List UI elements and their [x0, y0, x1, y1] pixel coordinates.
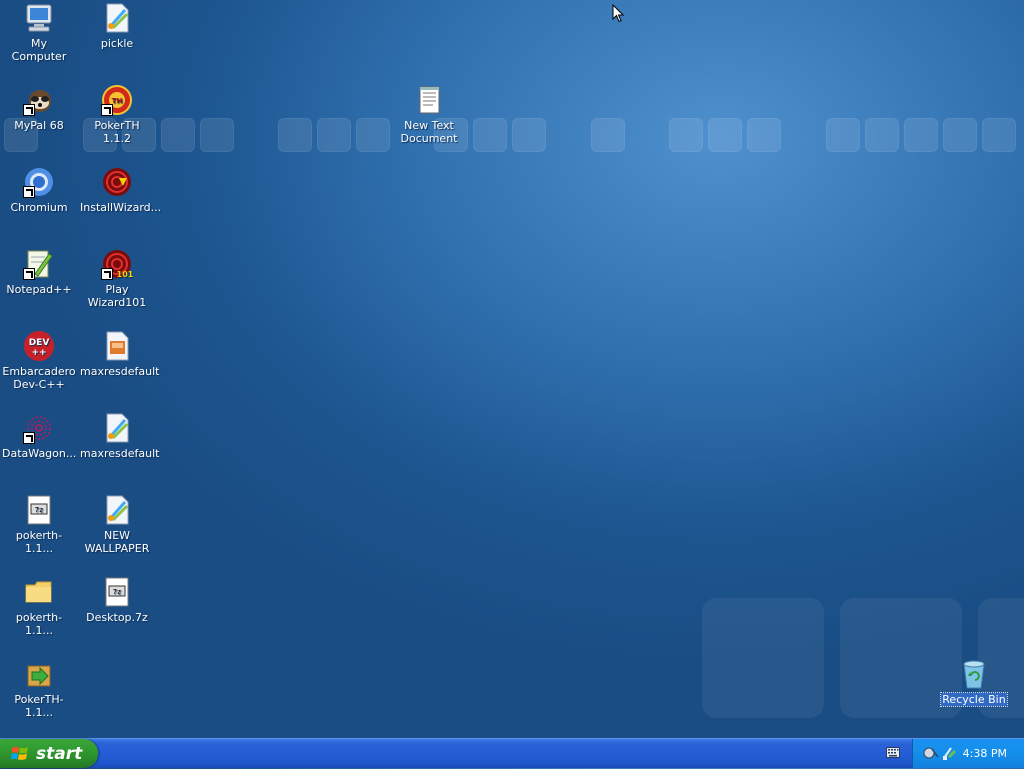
shortcut-arrow-icon	[101, 104, 113, 116]
desktop-icon-datawagon[interactable]: DataWagon...	[1, 412, 77, 460]
desktop-icon-label: PokerTH 1.1.2	[94, 119, 140, 145]
svg-text:7z: 7z	[113, 588, 121, 596]
folder-icon	[23, 576, 55, 608]
desktop-icon-label: pickle	[100, 37, 134, 50]
desktop-icon-my-computer[interactable]: My Computer	[1, 2, 77, 63]
desktop-icon-label: Embarcadero Dev-C++	[2, 365, 76, 391]
datawagon-icon	[23, 412, 55, 444]
keyboard-icon[interactable]	[886, 747, 900, 758]
desktop-icon-wizard101[interactable]: 101 Play Wizard101	[79, 248, 155, 309]
desktop-icon-label: maxresdefault	[80, 365, 160, 378]
notepadpp-icon	[23, 248, 55, 280]
safely-remove-hardware-icon[interactable]	[941, 745, 957, 761]
svg-text:TH: TH	[112, 97, 123, 105]
desktop-icon-maxresdefault-1[interactable]: maxresdefault	[79, 330, 159, 378]
desktop-icon-mypal[interactable]: MyPal 68	[1, 84, 77, 132]
desktop-icon-label: Notepad++	[6, 283, 72, 296]
devcpp-icon: DEV ++	[23, 330, 55, 362]
desktop-icon-chromium[interactable]: Chromium	[1, 166, 77, 214]
start-button[interactable]: start	[0, 739, 98, 768]
desktop-icon-maxresdefault-2[interactable]: maxresdefault	[79, 412, 159, 460]
desktop-icon-pokerth[interactable]: TH PokerTH 1.1.2	[79, 84, 155, 145]
desktop-icon-notepadpp[interactable]: Notepad++	[1, 248, 77, 296]
desktop-icon-label: PokerTH-1.1...	[14, 693, 64, 719]
network-icon[interactable]	[923, 745, 939, 761]
desktop-icon-installwizard[interactable]: InstallWizard...	[79, 166, 161, 214]
chromium-icon	[23, 166, 55, 198]
desktop-icon-label: Desktop.7z	[86, 611, 148, 624]
text-document-icon	[413, 84, 445, 116]
mypal-icon	[23, 84, 55, 116]
desktop-icon-new-wallpaper[interactable]: NEW WALLPAPER	[79, 494, 155, 555]
archive-file-icon: 7z	[101, 576, 133, 608]
desktop-icon-label: MyPal 68	[14, 119, 64, 132]
taskbar-clock[interactable]: 4:38 PM	[963, 747, 1007, 760]
desktop-icon-label: NEW WALLPAPER	[84, 529, 150, 555]
desktop-icon-label: Play Wizard101	[87, 283, 147, 309]
install-wizard-icon	[101, 166, 133, 198]
desktop-icon-label: pokerth-1.1...	[15, 611, 63, 637]
desktop-icon-label: Chromium	[10, 201, 68, 214]
wizard101-icon: 101	[101, 248, 133, 280]
computer-icon	[23, 2, 55, 34]
desktop-icon-pokerth-folder[interactable]: pokerth-1.1...	[1, 576, 77, 637]
installer-icon	[23, 658, 55, 690]
recycle-bin-icon	[958, 658, 990, 690]
shortcut-arrow-icon	[23, 186, 35, 198]
mouse-cursor-icon	[612, 4, 624, 23]
desktop-icon-label: Recycle Bin	[940, 692, 1008, 707]
archive-file-icon: 7z	[23, 494, 55, 526]
shortcut-arrow-icon	[23, 432, 35, 444]
desktop-icon-label: maxresdefault	[80, 447, 160, 460]
desktop-icon-pickle[interactable]: pickle	[79, 2, 155, 50]
system-tray: 4:38 PM	[912, 739, 1024, 768]
taskbar: start 4:38 PM	[0, 738, 1024, 768]
image-file-icon	[101, 330, 133, 362]
svg-text:++: ++	[31, 348, 46, 358]
desktop-icon-new-text-document[interactable]: New Text Document	[391, 84, 467, 145]
svg-text:101: 101	[117, 270, 133, 279]
desktop-icon-devcpp[interactable]: DEV ++ Embarcadero Dev-C++	[1, 330, 77, 391]
desktop-icon-label: DataWagon...	[2, 447, 77, 460]
svg-text:DEV: DEV	[29, 338, 50, 348]
desktop-icon-pokerth-installer[interactable]: PokerTH-1.1...	[1, 658, 77, 719]
desktop-icon-label: pokerth-1.1...	[15, 529, 63, 555]
desktop-icon-label: New Text Document	[400, 119, 458, 145]
desktop-icon-recycle-bin[interactable]: Recycle Bin	[936, 658, 1012, 707]
image-file-icon	[101, 2, 133, 34]
windows-flag-icon	[10, 744, 30, 764]
desktop-icon-label: InstallWizard...	[80, 201, 162, 214]
desktop-icon-desktop-7z[interactable]: 7z Desktop.7z	[79, 576, 155, 624]
shortcut-arrow-icon	[23, 104, 35, 116]
desktop-icon-label: My Computer	[11, 37, 67, 63]
image-file-icon	[101, 494, 133, 526]
pokerth-icon: TH	[101, 84, 133, 116]
shortcut-arrow-icon	[23, 268, 35, 280]
shortcut-arrow-icon	[101, 268, 113, 280]
image-file-icon	[101, 412, 133, 444]
desktop-icon-pokerth-archive[interactable]: 7z pokerth-1.1...	[1, 494, 77, 555]
start-label: start	[36, 743, 83, 764]
svg-text:7z: 7z	[35, 506, 43, 514]
